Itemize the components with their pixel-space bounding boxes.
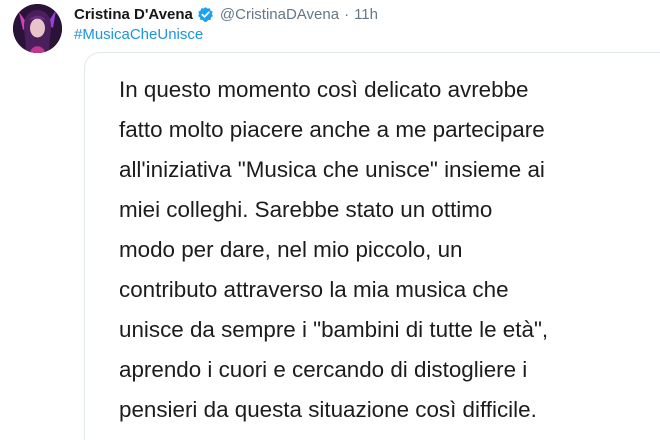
display-name[interactable]: Cristina D'Avena (74, 6, 193, 23)
timestamp[interactable]: 11h (354, 6, 378, 23)
tweet[interactable]: Cristina D'Avena @CristinaDAvena · 11h #… (0, 0, 660, 440)
separator-dot: · (344, 5, 350, 23)
verified-badge-icon (197, 6, 214, 23)
avatar-photo-icon (13, 4, 62, 53)
avatar[interactable] (13, 4, 62, 53)
tweet-header: Cristina D'Avena @CristinaDAvena · 11h (74, 3, 378, 25)
image-text: In questo momento così delicato avrebbe … (119, 77, 549, 422)
hashtag-link[interactable]: #MusicaCheUnisce (74, 26, 203, 43)
attached-image[interactable]: In questo momento così delicato avrebbe … (84, 52, 660, 440)
user-handle[interactable]: @CristinaDAvena (220, 6, 339, 23)
